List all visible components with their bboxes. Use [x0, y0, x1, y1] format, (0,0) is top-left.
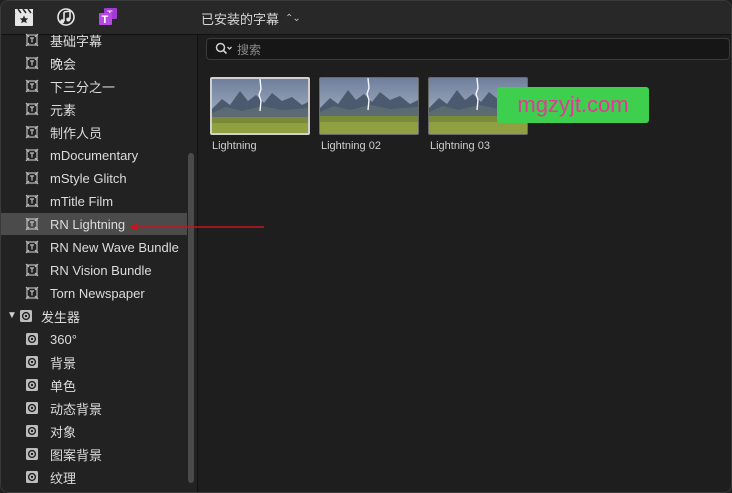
- annotation-arrow: [129, 223, 264, 231]
- sidebar-item-label: mStyle Glitch: [50, 170, 127, 186]
- clip-item[interactable]: Lightning: [210, 77, 310, 152]
- generator-icon: [25, 355, 39, 369]
- sidebar-group-generators[interactable]: ▼ 发生器: [1, 305, 187, 327]
- sidebar-item[interactable]: 制作人员: [1, 121, 187, 143]
- clip-label: Lightning 03: [430, 140, 490, 152]
- title-icon: [25, 125, 39, 139]
- sidebar-item-label: 360°: [50, 331, 77, 347]
- clip-item[interactable]: Lightning 02: [319, 77, 419, 152]
- sidebar-item[interactable]: 对象: [1, 420, 187, 442]
- sidebar-item[interactable]: RN New Wave Bundle: [1, 236, 187, 258]
- search-placeholder: 搜索: [237, 42, 262, 57]
- titles-browser-window: TT 已安装的字幕 ⌃⌄ 基础字幕晚会下三分之一元素制作人员 mDocumenta…: [0, 0, 732, 493]
- clip-thumbnail[interactable]: [319, 77, 419, 135]
- generator-icon: [25, 332, 39, 346]
- title-icon: [25, 102, 39, 116]
- sidebar-item[interactable]: 基础字幕: [1, 29, 187, 51]
- sidebar-item-label: RN New Wave Bundle: [50, 239, 179, 255]
- sidebar-item-label: RN Vision Bundle: [50, 262, 152, 278]
- watermark: mgzyjt.com: [497, 87, 649, 123]
- sidebar-item[interactable]: mDocumentary: [1, 144, 187, 166]
- title-icon: [25, 240, 39, 254]
- clip-thumbnail[interactable]: [210, 77, 310, 135]
- sidebar[interactable]: 基础字幕晚会下三分之一元素制作人员 mDocumentary mStyle Glit…: [1, 34, 198, 492]
- sidebar-item[interactable]: 纹理: [1, 466, 187, 488]
- sidebar-item-label: Torn Newspaper: [50, 285, 145, 301]
- sidebar-item[interactable]: 图案背景: [1, 443, 187, 465]
- generator-icon: [25, 447, 39, 461]
- sidebar-item-label: 元素: [50, 102, 77, 118]
- sidebar-item-label: 对象: [50, 424, 77, 440]
- sidebar-item-label: 单色: [50, 378, 77, 394]
- search-field[interactable]: 搜索: [206, 38, 730, 60]
- sidebar-item-label: mTitle Film: [50, 193, 114, 209]
- sidebar-item[interactable]: 晚会: [1, 52, 187, 74]
- sidebar-item-label: 图案背景: [50, 447, 103, 463]
- browser-content: 搜索 Lightning Lightning 02 Lightning 03 mgz…: [198, 35, 731, 492]
- sidebar-item-label: 基础字幕: [50, 33, 103, 49]
- generator-icon: [25, 470, 39, 484]
- title-icon: [25, 56, 39, 70]
- title-icon: [25, 79, 39, 93]
- svg-text:T: T: [102, 14, 109, 26]
- title-icon: [25, 33, 39, 47]
- clip-label: Lightning: [212, 140, 257, 152]
- sidebar-item-label: RN Lightning: [50, 216, 126, 232]
- title-icon: [25, 286, 39, 300]
- generator-icon: [25, 378, 39, 392]
- sidebar-item-label: 晚会: [50, 56, 77, 72]
- sidebar-item[interactable]: 下三分之一: [1, 75, 187, 97]
- titles-icon[interactable]: TT: [97, 7, 119, 27]
- sidebar-item[interactable]: 背景: [1, 351, 187, 373]
- sidebar-item[interactable]: 单色: [1, 374, 187, 396]
- sidebar-item[interactable]: 360°: [1, 328, 187, 350]
- sidebar-item[interactable]: RN Vision Bundle: [1, 259, 187, 281]
- browser-title-popup[interactable]: 已安装的字幕 ⌃⌄: [201, 9, 301, 28]
- disclosure-triangle-icon[interactable]: ▼: [7, 310, 17, 321]
- sidebar-item[interactable]: mStyle Glitch: [1, 167, 187, 189]
- title-icon: [25, 171, 39, 185]
- clip-label: Lightning 02: [321, 140, 381, 152]
- music-photo-icon[interactable]: [55, 7, 77, 27]
- sidebar-item-label: 背景: [50, 355, 77, 371]
- generator-icon: [25, 424, 39, 438]
- title-icon: [25, 263, 39, 277]
- browser-title-label: 已安装的字幕: [201, 12, 280, 27]
- sidebar-item-label: 下三分之一: [50, 79, 116, 95]
- sidebar-item[interactable]: Torn Newspaper: [1, 282, 187, 304]
- chevron-updown-icon: ⌃⌄: [285, 13, 301, 24]
- sidebar-item-label: 制作人员: [50, 125, 103, 141]
- clapper-star-icon[interactable]: [13, 7, 35, 27]
- sidebar-scrollbar[interactable]: [188, 153, 194, 483]
- title-icon: [25, 148, 39, 162]
- generator-icon: [25, 401, 39, 415]
- title-icon: [25, 217, 39, 231]
- sidebar-group-label: 发生器: [41, 309, 81, 325]
- title-icon: [25, 194, 39, 208]
- sidebar-item[interactable]: 动态背景: [1, 397, 187, 419]
- sidebar-item-label: 动态背景: [50, 401, 103, 417]
- sidebar-item-label: 纹理: [50, 470, 77, 486]
- search-icon: [215, 42, 233, 56]
- sidebar-item-label: mDocumentary: [50, 147, 139, 163]
- sidebar-item[interactable]: 元素: [1, 98, 187, 120]
- sidebar-item[interactable]: mTitle Film: [1, 190, 187, 212]
- generator-icon: [19, 309, 33, 323]
